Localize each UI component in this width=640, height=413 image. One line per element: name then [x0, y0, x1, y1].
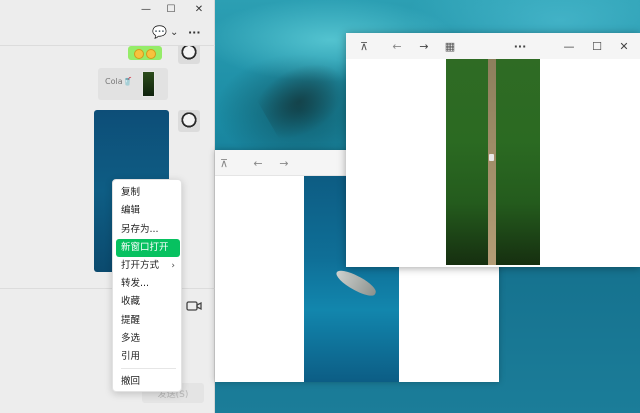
car-shape — [489, 154, 494, 161]
menu-item-save-as[interactable]: 另存为... — [116, 221, 180, 239]
back-arrow-icon[interactable]: ← — [251, 156, 265, 170]
video-call-icon[interactable] — [186, 300, 202, 312]
pin-icon[interactable]: ⊼ — [217, 156, 231, 170]
shark-shape — [333, 266, 379, 300]
forward-arrow-icon[interactable]: → — [277, 156, 291, 170]
viewer-toolbar: ⊼ ← → ▦ ··· — ☐ ✕ — [346, 33, 640, 59]
maximize-button[interactable]: ☐ — [160, 1, 182, 17]
message-list: Cola🥤 — [0, 46, 215, 288]
more-icon[interactable]: ··· — [513, 39, 527, 53]
input-area[interactable]: 发送(S) — [0, 288, 215, 413]
menu-item-copy[interactable]: 复制 — [116, 184, 180, 202]
menu-item-open-new-window[interactable]: 新窗口打开 — [116, 239, 180, 257]
chevron-right-icon: › — [171, 261, 175, 271]
minimize-button[interactable]: — — [135, 1, 157, 17]
chat-info-icon[interactable]: 💬 — [152, 24, 167, 40]
menu-divider — [121, 368, 176, 369]
avatar[interactable] — [178, 46, 200, 64]
avatar[interactable] — [178, 110, 200, 132]
pin-icon[interactable]: ⊼ — [357, 39, 371, 53]
menu-item-open-with[interactable]: 打开方式 › — [116, 257, 180, 275]
chat-header: 💬 ⌄ ··· — [0, 18, 215, 46]
emoji-icon — [146, 49, 156, 59]
card-message[interactable]: Cola🥤 — [98, 68, 168, 100]
maximize-button[interactable]: ☐ — [590, 39, 604, 53]
close-button[interactable]: ✕ — [617, 39, 631, 53]
menu-item-edit[interactable]: 编辑 — [116, 202, 180, 220]
menu-item-favorite[interactable]: 收藏 — [116, 293, 180, 311]
road-shape — [488, 59, 496, 265]
card-thumbnail — [142, 71, 155, 97]
chat-titlebar: — ☐ ✕ — [0, 0, 215, 18]
chat-window: — ☐ ✕ 💬 ⌄ ··· Cola🥤 发送(S) — [0, 0, 215, 413]
menu-item-open-with-label: 打开方式 — [121, 260, 160, 271]
emoji-icon — [134, 49, 144, 59]
forward-arrow-icon[interactable]: → — [417, 39, 431, 53]
road-photo — [446, 59, 540, 265]
context-menu: 复制 编辑 另存为... 新窗口打开 打开方式 › 转发... 收藏 提醒 多选… — [112, 179, 182, 392]
emoji-message[interactable] — [128, 46, 162, 60]
close-button[interactable]: ✕ — [188, 1, 210, 17]
image-viewer-road: ⊼ ← → ▦ ··· — ☐ ✕ — [346, 33, 640, 267]
chevron-down-icon[interactable]: ⌄ — [170, 24, 178, 40]
menu-item-multi-select[interactable]: 多选 — [116, 330, 180, 348]
more-icon[interactable]: ··· — [188, 24, 201, 40]
grid-icon[interactable]: ▦ — [443, 39, 457, 53]
back-arrow-icon[interactable]: ← — [390, 39, 404, 53]
minimize-button[interactable]: — — [562, 39, 576, 53]
card-message-label: Cola🥤 — [105, 77, 133, 86]
menu-item-quote[interactable]: 引用 — [116, 348, 180, 366]
menu-item-recall[interactable]: 撤回 — [116, 373, 180, 391]
menu-item-remind[interactable]: 提醒 — [116, 312, 180, 330]
menu-item-forward[interactable]: 转发... — [116, 275, 180, 293]
